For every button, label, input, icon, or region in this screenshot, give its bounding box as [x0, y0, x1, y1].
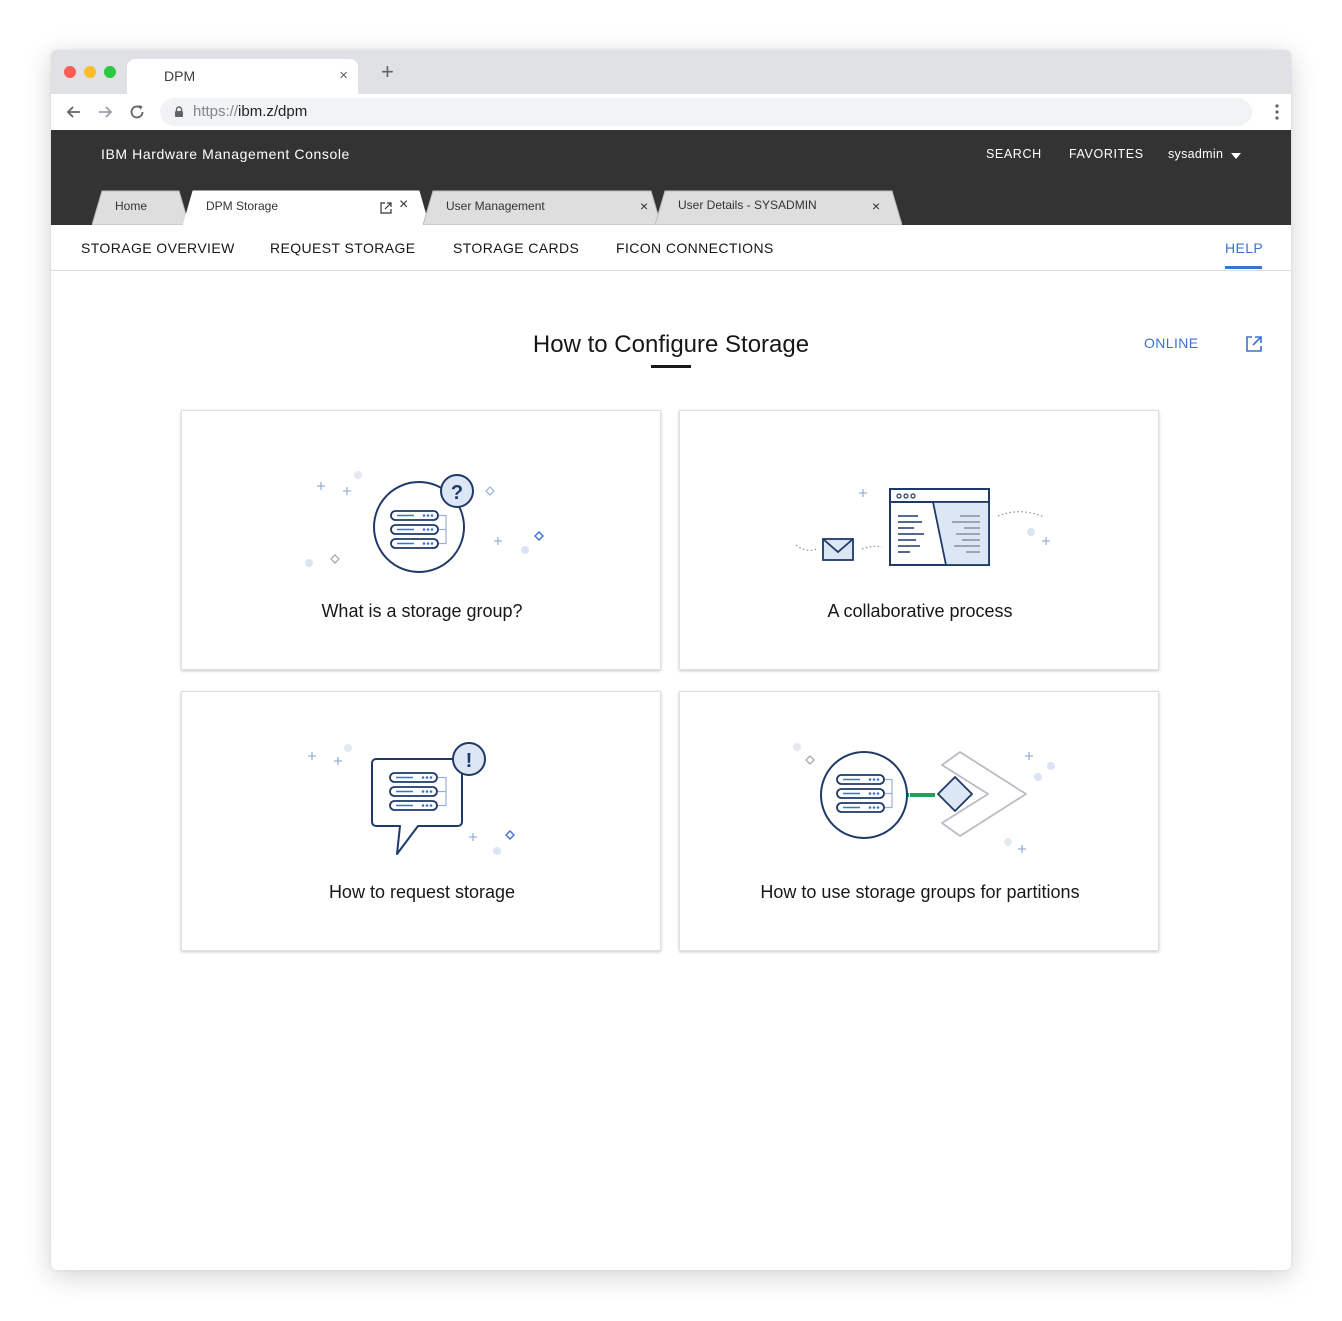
external-link-icon[interactable]	[1245, 335, 1263, 353]
storage-subnav: STORAGE OVERVIEW REQUEST STORAGE STORAGE…	[51, 225, 1291, 271]
app-tab-bar: Home DPM Storage × User Management × Use…	[51, 190, 1291, 226]
back-arrow-icon[interactable]	[64, 102, 84, 122]
subnav-request-storage[interactable]: REQUEST STORAGE	[270, 240, 416, 256]
title-underline	[651, 365, 691, 368]
tab-dpm-storage-close-icon[interactable]: ×	[399, 196, 408, 214]
tab-user-details-label: User Details - SYSADMIN	[678, 198, 817, 212]
subnav-ficon-connections[interactable]: FICON CONNECTIONS	[616, 240, 774, 256]
user-menu[interactable]: sysadmin	[1168, 147, 1223, 161]
browser-tab-strip: DPM × +	[51, 50, 1291, 94]
forward-arrow-icon[interactable]	[95, 102, 115, 122]
storage-group-question-icon: ?	[305, 471, 544, 573]
reload-icon[interactable]	[127, 102, 147, 122]
active-tab-indicator	[1225, 266, 1262, 269]
tab-home[interactable]: Home	[92, 190, 189, 225]
subnav-storage-cards[interactable]: STORAGE CARDS	[453, 240, 579, 256]
card-storage-group-label: What is a storage group?	[321, 601, 523, 621]
card-request-storage[interactable]: ! How to request storage	[181, 691, 661, 951]
tab-user-management-label: User Management	[446, 199, 545, 213]
card-storage-partitions-label: How to use storage groups for partitions	[760, 882, 1080, 902]
svg-text:?: ?	[451, 482, 463, 504]
browser-tab-title: DPM	[164, 68, 196, 84]
browser-menu-icon[interactable]	[1275, 103, 1279, 121]
pop-out-icon[interactable]	[380, 202, 392, 214]
tab-home-label: Home	[115, 199, 148, 213]
chevron-down-icon[interactable]	[1231, 153, 1241, 159]
svg-text:!: !	[466, 750, 473, 772]
search-link[interactable]: SEARCH	[986, 147, 1042, 161]
card-collaborative-process[interactable]: A collaborative process	[679, 410, 1159, 670]
subnav-storage-overview[interactable]: STORAGE OVERVIEW	[81, 240, 235, 256]
app-title: IBM Hardware Management Console	[101, 146, 350, 162]
browser-tab-close-icon[interactable]: ×	[339, 67, 348, 84]
address-bar: https://ibm.z/dpm	[51, 94, 1291, 130]
storage-request-bubble-icon: !	[308, 742, 515, 855]
card-request-storage-label: How to request storage	[328, 882, 516, 902]
favorites-link[interactable]: FAVORITES	[1069, 147, 1144, 161]
tab-user-details-close-icon[interactable]: ×	[872, 198, 880, 214]
tab-user-management-close-icon[interactable]: ×	[640, 198, 648, 214]
card-storage-group[interactable]: ? What is a storage group?	[181, 410, 661, 670]
window-maximize-button[interactable]	[104, 66, 116, 78]
page-title: How to Configure Storage	[532, 331, 810, 358]
subnav-help[interactable]: HELP	[1225, 240, 1263, 256]
new-tab-button[interactable]: +	[381, 61, 394, 83]
lock-icon	[175, 106, 183, 117]
tab-user-details[interactable]: User Details - SYSADMIN ×	[655, 190, 902, 225]
online-help-link[interactable]: ONLINE	[1144, 335, 1199, 351]
url-input[interactable]: https://ibm.z/dpm	[160, 98, 1252, 126]
card-storage-partitions[interactable]: How to use storage groups for partitions	[679, 691, 1159, 951]
card-collaborative-process-label: A collaborative process	[827, 601, 1013, 621]
window-close-button[interactable]	[64, 66, 76, 78]
url-text: https://ibm.z/dpm	[193, 103, 308, 120]
storage-partition-connection-icon	[793, 743, 1055, 853]
window-minimize-button[interactable]	[84, 66, 96, 78]
tab-dpm-storage-label: DPM Storage	[206, 199, 279, 213]
collaborative-document-icon	[795, 488, 1050, 566]
tab-dpm-storage[interactable]: DPM Storage ×	[183, 190, 429, 226]
browser-tab[interactable]: DPM ×	[127, 59, 358, 94]
browser-window: DPM × + https://ibm.z/dpm IBM Hardware M…	[51, 50, 1291, 1270]
tab-user-management[interactable]: User Management ×	[423, 190, 661, 225]
